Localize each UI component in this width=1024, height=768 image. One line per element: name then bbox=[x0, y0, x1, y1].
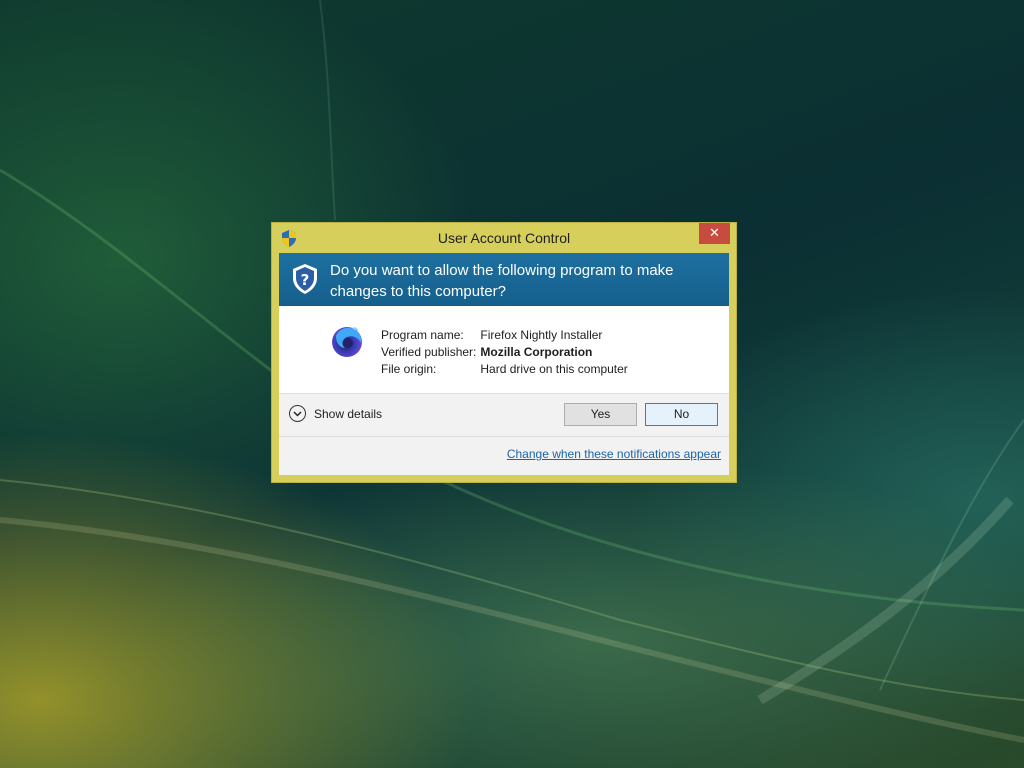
close-button[interactable]: ✕ bbox=[699, 223, 730, 244]
footer-bar: Change when these notifications appear bbox=[279, 436, 729, 475]
program-info-panel: Program name: Firefox Nightly Installer Ve… bbox=[279, 306, 729, 393]
info-value: Hard drive on this computer bbox=[480, 361, 628, 376]
chevron-down-icon bbox=[289, 405, 306, 422]
info-row: File origin: Hard drive on this computer bbox=[381, 360, 632, 377]
title-bar[interactable]: User Account Control ✕ bbox=[272, 223, 736, 253]
info-row: Program name: Firefox Nightly Installer bbox=[381, 326, 632, 343]
window-title: User Account Control bbox=[437, 230, 571, 246]
program-info-table: Program name: Firefox Nightly Installer Ve… bbox=[381, 326, 632, 377]
info-label: Verified publisher: bbox=[381, 344, 477, 359]
change-notifications-link[interactable]: Change when these notifications appear bbox=[507, 447, 721, 461]
uac-shield-icon: ? bbox=[293, 264, 317, 294]
yes-button[interactable]: Yes bbox=[564, 403, 637, 426]
firefox-nightly-icon bbox=[332, 327, 362, 357]
action-bar: Show details Yes No bbox=[279, 393, 729, 436]
info-row: Verified publisher: Mozilla Corporation bbox=[381, 343, 632, 360]
info-label: File origin: bbox=[381, 361, 437, 376]
info-value: Mozilla Corporation bbox=[480, 344, 593, 359]
close-icon: ✕ bbox=[709, 226, 720, 241]
question-banner: ? Do you want to allow the following pro… bbox=[279, 253, 729, 306]
uac-dialog: User Account Control ✕ ? Do you want to … bbox=[271, 222, 737, 483]
info-label: Program name: bbox=[381, 327, 464, 342]
no-button[interactable]: No bbox=[645, 403, 718, 426]
show-details-label: Show details bbox=[314, 407, 383, 421]
svg-text:?: ? bbox=[301, 271, 310, 289]
info-value: Firefox Nightly Installer bbox=[480, 327, 603, 342]
uac-question: Do you want to allow the following progr… bbox=[330, 262, 674, 300]
